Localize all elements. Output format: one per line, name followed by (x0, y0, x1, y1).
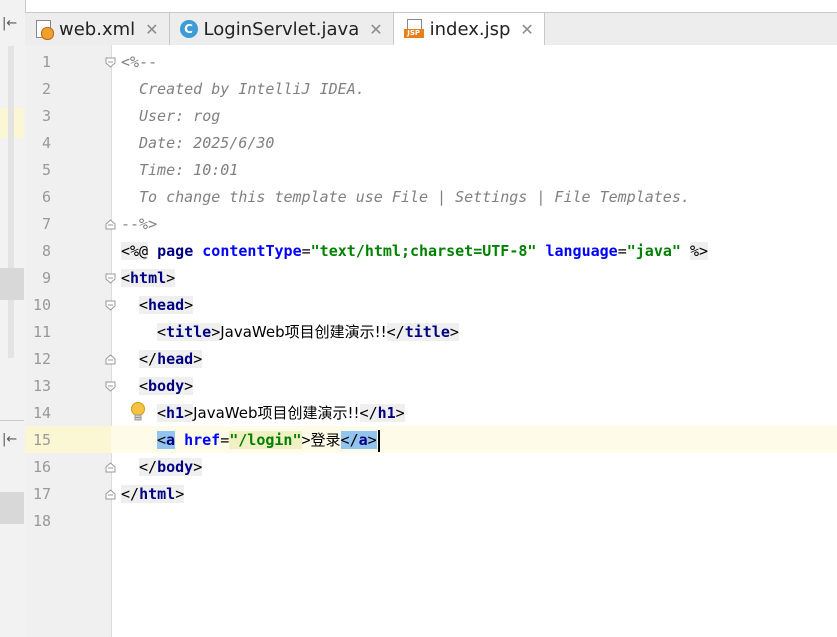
code-line-14: <h1>JavaWeb项目创建演示!!</h1> (157, 404, 405, 422)
line-number: 4 (41, 134, 51, 152)
project-panel-edge: |← |← (0, 0, 26, 637)
xml-file-icon (35, 19, 54, 40)
tab-label: index.jsp (429, 18, 511, 40)
java-class-icon: C (179, 20, 198, 38)
line-number: 12 (32, 350, 51, 368)
line-number: 2 (41, 80, 51, 98)
code-line-10: <head> (139, 296, 194, 314)
line-number: 18 (32, 512, 51, 530)
tab-login-servlet-java[interactable]: C LoginServlet.java ✕ (170, 13, 394, 45)
fold-collapse-icon[interactable] (105, 273, 116, 284)
jsp-file-icon: JSP (403, 19, 424, 39)
code-editor[interactable]: 1 2 3 4 5 6 7 8 9 10 11 12 13 14 15 16 1… (25, 45, 837, 637)
tab-label: web.xml (59, 18, 136, 40)
code-line-8: <%@ page contentType="text/html;charset=… (121, 242, 709, 260)
fold-end-icon[interactable] (105, 489, 116, 500)
fold-collapse-icon[interactable] (105, 57, 116, 68)
fold-end-icon[interactable] (105, 354, 116, 365)
code-line-16: </body> (139, 458, 203, 476)
line-number: 10 (32, 296, 51, 314)
line-number: 7 (41, 215, 51, 233)
code-line-5: Time: 10:01 (139, 161, 239, 179)
code-line-12: </head> (139, 350, 203, 368)
tab-web-xml[interactable]: web.xml ✕ (25, 13, 170, 45)
current-line-highlight (25, 426, 837, 453)
tab-label: LoginServlet.java (203, 18, 360, 40)
line-number: 6 (41, 188, 51, 206)
line-number: 17 (32, 485, 51, 503)
line-number: 9 (41, 269, 51, 287)
code-line-15: <a href="/login">登录</a> (157, 427, 380, 454)
lightbulb-icon[interactable] (129, 401, 147, 423)
panel-selected-row[interactable] (0, 492, 24, 524)
line-number: 13 (32, 377, 51, 395)
close-icon[interactable]: ✕ (520, 20, 533, 39)
panel-divider (0, 420, 24, 421)
line-number: 1 (41, 53, 51, 71)
line-number: 3 (41, 107, 51, 125)
code-line-17: </html> (121, 485, 185, 503)
line-number: 5 (41, 161, 51, 179)
line-number: 16 (32, 458, 51, 476)
code-line-13: <body> (139, 377, 194, 395)
text-caret (377, 429, 380, 452)
fold-collapse-icon[interactable] (105, 300, 116, 311)
collapse-panel-icon[interactable]: |← (2, 16, 17, 31)
tab-index-jsp[interactable]: JSP index.jsp ✕ (393, 13, 545, 46)
code-line-7: --%> (121, 215, 158, 233)
fold-end-icon[interactable] (105, 219, 116, 230)
collapse-panel-icon[interactable]: |← (2, 432, 17, 447)
line-number: 15 (32, 431, 51, 449)
line-number: 11 (32, 323, 51, 341)
editor-tab-bar: web.xml ✕ C LoginServlet.java ✕ JSP inde… (25, 12, 837, 46)
code-line-6: To change this template use File | Setti… (139, 188, 690, 206)
close-icon[interactable]: ✕ (369, 20, 382, 39)
code-line-2: Created by IntelliJ IDEA. (139, 80, 365, 98)
close-icon[interactable]: ✕ (145, 20, 158, 39)
line-number: 8 (41, 242, 51, 260)
code-line-9: <html> (121, 269, 176, 287)
code-line-3: User: rog (139, 107, 221, 125)
code-line-1: <%-- (121, 53, 158, 71)
fold-end-icon[interactable] (105, 462, 116, 473)
fold-collapse-icon[interactable] (105, 381, 116, 392)
code-line-4: Date: 2025/6/30 (139, 134, 275, 152)
code-line-11: <title>JavaWeb项目创建演示!!</title> (157, 323, 459, 341)
panel-selected-row[interactable] (0, 268, 24, 300)
line-number: 14 (32, 404, 51, 422)
panel-scrollbar[interactable] (8, 46, 14, 358)
